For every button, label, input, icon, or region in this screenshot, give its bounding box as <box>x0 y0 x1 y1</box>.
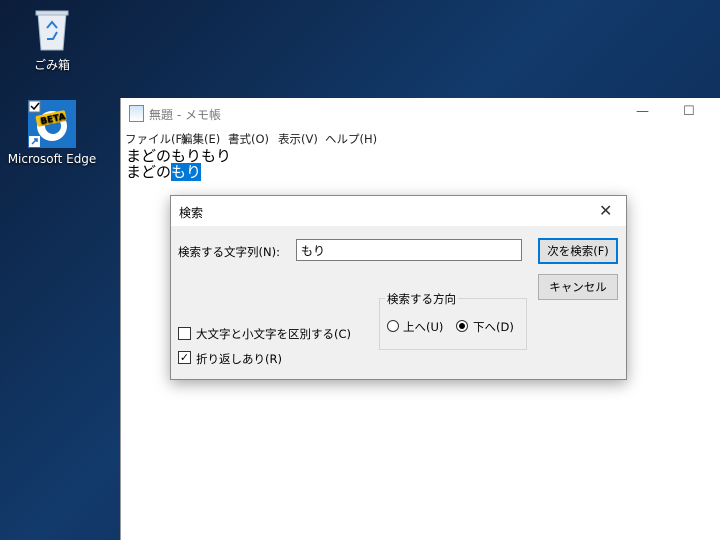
find-what-input[interactable] <box>296 239 522 261</box>
edge-beta-icon: BETA <box>28 100 76 148</box>
desktop-icon-recycle-bin[interactable]: ごみ箱 <box>7 8 97 73</box>
menu-format[interactable]: 書式(O) <box>228 131 269 147</box>
menu-help[interactable]: ヘルプ(H) <box>325 131 377 147</box>
desktop-icon-edge[interactable]: BETA Microsoft Edge <box>7 100 97 166</box>
find-next-button[interactable]: 次を検索(F) <box>538 238 618 264</box>
cancel-button[interactable]: キャンセル <box>538 274 618 300</box>
find-dialog-title-bar[interactable]: 検索 ✕ <box>171 196 626 226</box>
direction-up-label: 上へ(U) <box>403 320 444 334</box>
direction-down-radio[interactable] <box>456 320 468 332</box>
notepad-title-bar[interactable]: 無題 - メモ帳 — ☐ <box>121 98 720 128</box>
text-line: まどのもりもり <box>126 147 232 165</box>
minimize-icon[interactable]: — <box>636 104 649 119</box>
direction-label: 検索する方向 <box>385 291 458 307</box>
find-dialog: 検索 ✕ 検索する文字列(N): 次を検索(F) キャンセル 検索する方向 上へ… <box>170 195 627 380</box>
desktop-icon-label: ごみ箱 <box>33 58 70 72</box>
text-line: まどのもり <box>126 163 231 181</box>
match-case-label: 大文字と小文字を区別する(C) <box>196 327 352 341</box>
text-plain: まどの <box>126 163 172 181</box>
recycle-bin-icon <box>33 8 71 52</box>
direction-up-radio[interactable] <box>387 320 399 332</box>
find-what-label: 検索する文字列(N): <box>178 245 280 259</box>
menu-view[interactable]: 表示(V) <box>278 131 318 147</box>
direction-down-label: 下へ(D) <box>473 320 514 334</box>
notepad-icon <box>129 105 144 122</box>
menu-file[interactable]: ファイル(F) <box>125 131 187 147</box>
maximize-icon[interactable]: ☐ <box>683 104 695 119</box>
find-dialog-title: 検索 <box>179 206 204 220</box>
wrap-around-label: 折り返しあり(R) <box>196 352 282 366</box>
desktop-icon-label: Microsoft Edge <box>7 152 97 166</box>
notepad-menu-bar: ファイル(F) 編集(E) 書式(O) 表示(V) ヘルプ(H) <box>121 128 720 148</box>
notepad-text-area[interactable]: まどのもりもり まどのもり <box>126 147 232 181</box>
close-icon[interactable]: ✕ <box>599 201 612 220</box>
notepad-title: 無題 - メモ帳 <box>149 108 221 122</box>
menu-edit[interactable]: 編集(E) <box>181 131 220 147</box>
match-case-checkbox[interactable] <box>178 327 191 340</box>
text-selection: もり <box>171 163 202 181</box>
wrap-around-checkbox[interactable]: ✓ <box>178 351 191 364</box>
